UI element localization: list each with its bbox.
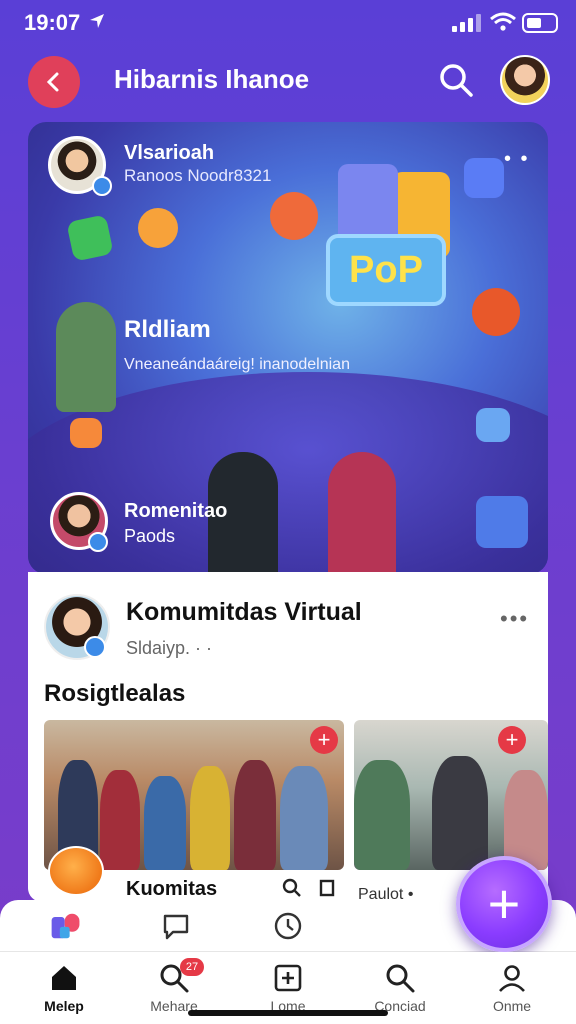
chat-icon[interactable]: [158, 908, 194, 944]
nav-item-label: Onme: [492, 998, 532, 1014]
search-icon[interactable]: [436, 60, 476, 100]
music-note-icon: [476, 496, 528, 548]
back-button[interactable]: [28, 56, 80, 108]
photo-person: [432, 756, 488, 870]
hero-user-name: Vlsarioah: [124, 142, 215, 164]
page-title: Hibarnis Ihanoe: [114, 64, 310, 94]
community-card: Komumitdas Virtual Sldaiyp. · · ••• Rosi…: [28, 572, 548, 903]
photo-person: [280, 766, 328, 870]
battery-icon: [522, 13, 558, 33]
nav-item-explore[interactable]: Conciad: [350, 956, 450, 1018]
app-logo-icon[interactable]: [50, 908, 86, 944]
nav-item-create[interactable]: Lome: [238, 956, 338, 1018]
more-options-icon[interactable]: • •: [504, 148, 530, 171]
hero-card[interactable]: PoP Vlsarioah Ranoos Noodr8321 • • Rldli…: [28, 122, 548, 574]
hero-user-handle: Ranoos Noodr8321: [124, 166, 272, 185]
group-photo-card[interactable]: +: [44, 720, 344, 870]
hero-secondary-title: Romenitao: [124, 500, 228, 522]
search-icon[interactable]: [282, 878, 302, 898]
card-label: Kuomitas: [126, 878, 218, 900]
status-bar: 19:07: [0, 0, 576, 48]
search-icon: [386, 964, 415, 993]
group-photo-card[interactable]: +: [354, 720, 548, 870]
photo-person: [144, 776, 186, 870]
home-indicator: [188, 1010, 388, 1016]
pop-sign: PoP: [326, 234, 446, 306]
add-icon[interactable]: +: [310, 726, 338, 754]
profile-icon: [499, 965, 525, 992]
notification-badge: 27: [180, 958, 204, 976]
hero-description: Vneaneándaáreig! inanodelnian: [124, 356, 350, 373]
more-options-icon[interactable]: •••: [500, 606, 529, 632]
mascot-icon: [48, 846, 104, 896]
profile-avatar[interactable]: [500, 55, 550, 105]
hero-title: Rldliam: [124, 316, 211, 343]
person-right-figure: [328, 452, 396, 574]
status-time: 19:07: [24, 10, 81, 35]
nav-item-profile[interactable]: Onme: [462, 956, 562, 1018]
mascot-orange-icon: [138, 208, 178, 248]
hero-secondary-sub: Paods: [124, 526, 176, 546]
photo-person: [190, 766, 230, 870]
photo-person: [504, 770, 548, 870]
clock-icon[interactable]: [270, 908, 306, 944]
bookmark-icon[interactable]: [317, 878, 337, 898]
verified-badge-icon: [88, 532, 108, 552]
photo-person: [100, 770, 140, 870]
chevron-left-icon: [46, 72, 59, 92]
nav-item-home[interactable]: Melep: [14, 956, 114, 1018]
community-subtitle: Sldaiyp. · ·: [126, 638, 213, 658]
signal-icon: [452, 14, 481, 32]
add-square-icon: [274, 964, 302, 992]
gallery-icon: [476, 408, 510, 442]
compose-fab-button[interactable]: +: [456, 856, 552, 952]
nav-item-search[interactable]: 27 Mehare: [124, 956, 224, 1018]
person-seated-figure: [56, 302, 116, 412]
verified-badge-icon: [84, 636, 106, 658]
nav-item-label: Melep: [44, 998, 84, 1014]
verified-badge-icon: [92, 176, 112, 196]
mascot-orange-right-icon: [472, 288, 520, 336]
plus-icon: +: [487, 872, 521, 935]
location-arrow-icon: [90, 14, 104, 28]
section-title: Rosigtlealas: [44, 680, 186, 707]
photo-person: [234, 760, 276, 870]
phone-app-icon: [66, 214, 114, 262]
wifi-icon: [490, 12, 516, 31]
community-title[interactable]: Komumitdas Virtual: [126, 598, 362, 627]
add-icon[interactable]: +: [498, 726, 526, 754]
mascot-red-icon: [270, 192, 318, 240]
message-app-icon: [464, 158, 504, 198]
photo-person: [354, 760, 410, 870]
home-icon: [52, 966, 76, 990]
chat-bubble-icon: [70, 418, 102, 448]
